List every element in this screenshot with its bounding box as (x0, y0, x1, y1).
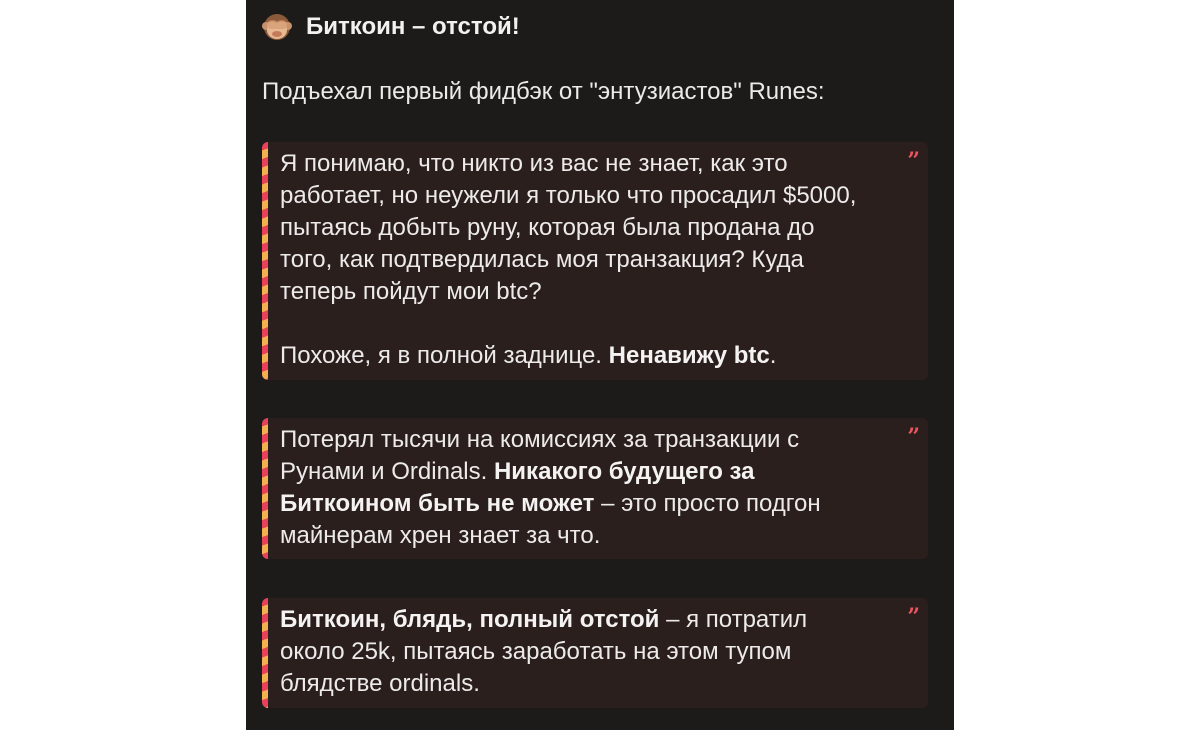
quote-block-1: ” Я понимаю, что никто из вас не знает, … (262, 142, 928, 380)
post-header: Биткоин – отстой! (262, 10, 520, 44)
quote-block-2: ” Потерял тысячи на комиссиях за транзак… (262, 418, 928, 559)
quote-mark-icon: ” (907, 604, 920, 630)
quote-stripe (262, 418, 268, 559)
post-title: Биткоин – отстой! (306, 13, 520, 40)
quote-bold-text: Ненавижу btc (608, 342, 770, 369)
quote-stripe (262, 142, 268, 380)
quote-block-3: ” Биткоин, блядь, полный отстой – я потр… (262, 598, 928, 708)
post-intro: Подъехал первый фидбэк от "энтузиастов" … (262, 78, 825, 105)
quote-stripe (262, 598, 268, 708)
quote-bold-text: Биткоин, блядь, полный отстой (280, 606, 660, 633)
see-no-evil-monkey-icon (262, 12, 292, 42)
quote-text: Биткоин, блядь, полный отстой – я потрат… (280, 606, 808, 697)
quote-mark-icon: ” (907, 424, 920, 450)
quote-text: Похоже, я в полной заднице. Ненавижу btc… (280, 342, 777, 369)
quote-text: Потерял тысячи на комиссиях за транзакци… (280, 426, 821, 549)
quote-text: Я понимаю, что никто из вас не знает, ка… (280, 150, 857, 305)
quote-mark-icon: ” (907, 148, 920, 174)
channel-post: Биткоин – отстой! Подъехал первый фидбэк… (246, 0, 954, 730)
